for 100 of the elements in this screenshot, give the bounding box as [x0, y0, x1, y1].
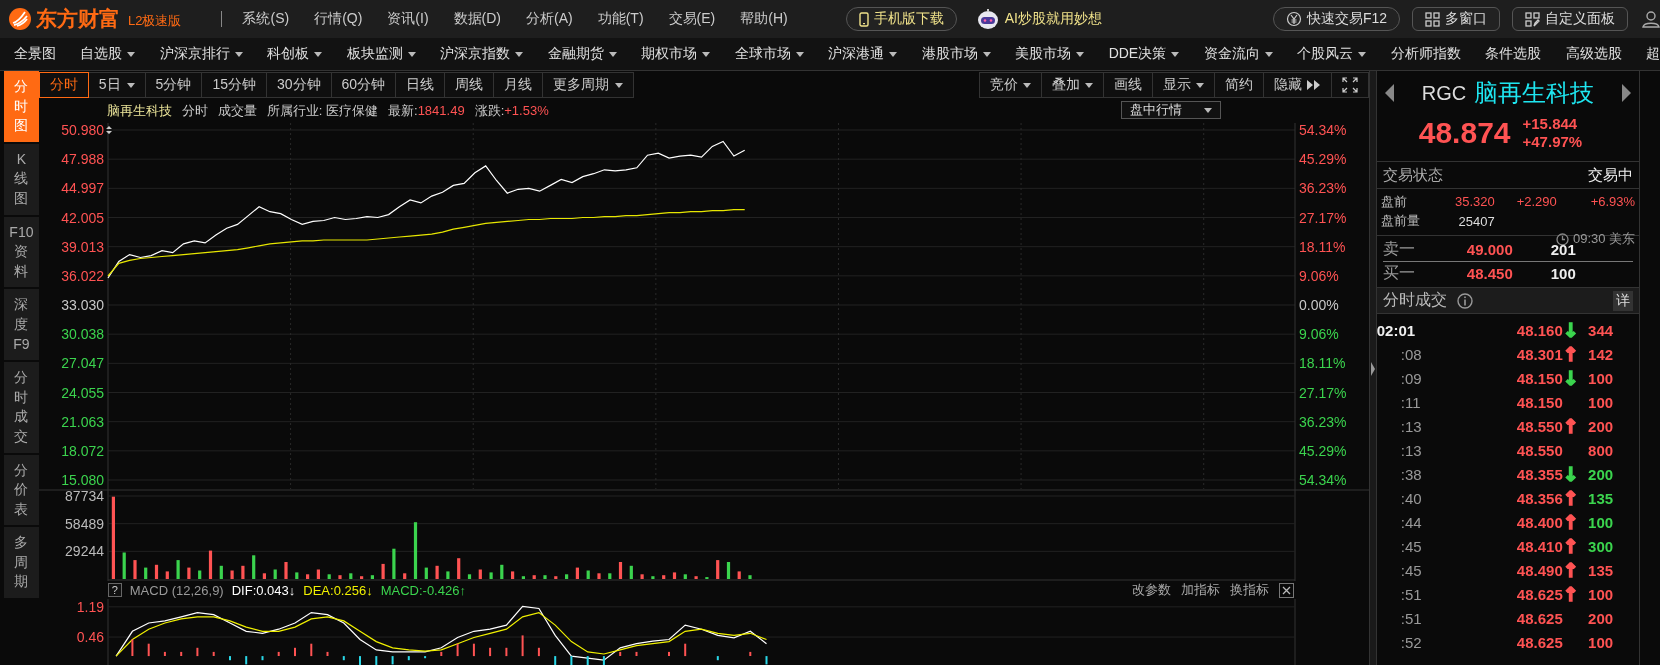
tool-button[interactable]: 显示 [1151, 72, 1215, 98]
trend-arrow: ↑ [1562, 416, 1577, 436]
axis-label: 18.072 [60, 442, 104, 459]
nav-item[interactable]: 条件选股 [1485, 45, 1542, 63]
volume-bar [187, 567, 191, 579]
side-tab[interactable]: F10资料 [4, 216, 39, 288]
splitter-handle-icon[interactable] [1370, 361, 1375, 376]
volume-bar [489, 572, 493, 579]
order-price: 49.000 [1465, 241, 1513, 258]
side-tab[interactable]: 分价表 [4, 454, 39, 526]
side-tab[interactable]: 分时成交 [4, 362, 39, 453]
toolbar-button[interactable]: 自定义面板 [1512, 7, 1628, 31]
nav-item[interactable]: 全景图 [14, 45, 56, 63]
volume-bar [683, 574, 687, 579]
volume-bar [349, 573, 353, 579]
period-tab[interactable]: 月线 [493, 72, 544, 98]
volume-bar [748, 575, 752, 579]
drag-handle-icon[interactable] [105, 126, 112, 134]
macd-bar [749, 651, 752, 656]
period-tab[interactable]: 5日 [87, 72, 146, 98]
trade-volume: 200 [1587, 417, 1615, 435]
indicator-action[interactable]: 加指标 [1180, 581, 1220, 599]
menu-item[interactable]: 交易(E) [668, 10, 716, 28]
trade-time: :38 [1399, 465, 1423, 483]
tool-button[interactable]: 简约 [1213, 72, 1264, 98]
menu-item[interactable]: 帮助(H) [740, 10, 788, 28]
period-tab[interactable]: 更多周期 [542, 72, 635, 98]
nav-item[interactable]: 港股市场 [921, 45, 991, 63]
tool-button[interactable]: 画线 [1102, 72, 1153, 98]
fullscreen-button[interactable] [1330, 72, 1369, 98]
axis-label: 87734 [64, 489, 104, 504]
user-icon[interactable] [1642, 10, 1660, 28]
nav-item[interactable]: 科创板 [267, 45, 323, 63]
period-tab[interactable]: 5分钟 [144, 72, 203, 98]
side-tab[interactable]: K线图 [4, 143, 39, 215]
period-tab[interactable]: 周线 [444, 72, 495, 98]
nav-item[interactable]: 超 [1646, 45, 1660, 63]
status-label: 交易状态 [1382, 165, 1443, 185]
toolbar-button[interactable]: 快速交易F12 [1272, 7, 1400, 31]
menu-item[interactable]: 系统(S) [242, 10, 290, 28]
toolbar-button[interactable]: 手机版下载 [845, 7, 957, 31]
premarket-time: 09:30 美东 [1572, 230, 1636, 246]
side-tab[interactable]: 多周期 [4, 527, 39, 599]
period-tab[interactable]: 分时 [38, 72, 89, 98]
period-tab[interactable]: 日线 [395, 72, 446, 98]
nav-item[interactable]: 资金流向 [1203, 45, 1273, 63]
help-button[interactable]: ? [107, 583, 122, 597]
tool-button[interactable]: 隐藏 [1262, 72, 1332, 98]
order-volume: 100 [1549, 265, 1577, 282]
period-tab[interactable]: 60分钟 [330, 72, 397, 98]
menu-item[interactable]: 资讯(I) [387, 10, 429, 28]
nav-item[interactable]: 沪深港通 [828, 45, 898, 63]
volume-bar [402, 573, 407, 579]
nav-item[interactable]: 板块监测 [346, 45, 416, 63]
previous-arrow-icon[interactable] [1384, 84, 1394, 102]
last-price: 48.874 [1418, 116, 1511, 150]
menu-item[interactable]: 行情(Q) [314, 10, 363, 28]
trade-volume: 142 [1587, 345, 1615, 363]
menu-item[interactable]: 数据(D) [453, 10, 501, 28]
indicator-action[interactable]: 改参数 [1131, 581, 1171, 599]
trade-price: 48.625 [1515, 633, 1563, 651]
trend-arrow: ↓ [1562, 464, 1577, 484]
nav-item[interactable]: 分析师指数 [1390, 45, 1461, 63]
macd-bar [635, 651, 638, 656]
trade-time: :08 [1399, 345, 1423, 363]
toolbar-button[interactable]: 多窗口 [1412, 7, 1500, 31]
ai-assistant-link[interactable]: AI炒股就用妙想 [962, 7, 1115, 31]
nav-item[interactable]: 金融期货 [547, 45, 617, 63]
menu-item[interactable]: 分析(A) [526, 10, 573, 28]
menu-item[interactable]: 功能(T) [597, 10, 644, 28]
close-button[interactable] [1278, 582, 1294, 598]
caret-icon [234, 51, 243, 57]
nav-item[interactable]: DDE决策 [1108, 45, 1180, 63]
tool-button[interactable]: 叠加 [1040, 72, 1104, 98]
macd-bar [131, 639, 134, 656]
detail-button[interactable]: 详 [1613, 290, 1634, 311]
tool-button[interactable]: 竞价 [978, 72, 1042, 98]
nav-item[interactable]: 个股风云 [1297, 45, 1367, 63]
trend-arrow: ↑ [1562, 512, 1577, 532]
nav-item[interactable]: 高级选股 [1565, 45, 1622, 63]
axis-label: 45.29% [1298, 442, 1347, 459]
nav-item[interactable]: 全球市场 [734, 45, 804, 63]
nav-item[interactable]: 自选股 [80, 45, 136, 63]
nav-item[interactable]: 沪深京指数 [440, 45, 524, 63]
latest-label: 最新:1841.49 [388, 102, 465, 120]
period-tab[interactable]: 30分钟 [265, 72, 332, 98]
premarket-volume: 25407 [1457, 213, 1495, 229]
next-arrow-icon[interactable] [1622, 84, 1632, 102]
info-icon[interactable] [1456, 292, 1473, 309]
volume-bar [543, 575, 547, 579]
nav-item[interactable]: 美股市场 [1015, 45, 1085, 63]
caret-icon [515, 51, 524, 57]
nav-item[interactable]: 期权市场 [641, 45, 711, 63]
nav-item[interactable]: 沪深京排行 [159, 45, 243, 63]
mode-dropdown[interactable]: 盘中行情 [1120, 101, 1221, 119]
period-tab[interactable]: 15分钟 [201, 72, 267, 98]
side-tab[interactable]: 深度F9 [4, 289, 39, 361]
volume-bar [208, 550, 212, 579]
trade-volume: 100 [1587, 513, 1615, 531]
indicator-action[interactable]: 换指标 [1229, 581, 1269, 599]
